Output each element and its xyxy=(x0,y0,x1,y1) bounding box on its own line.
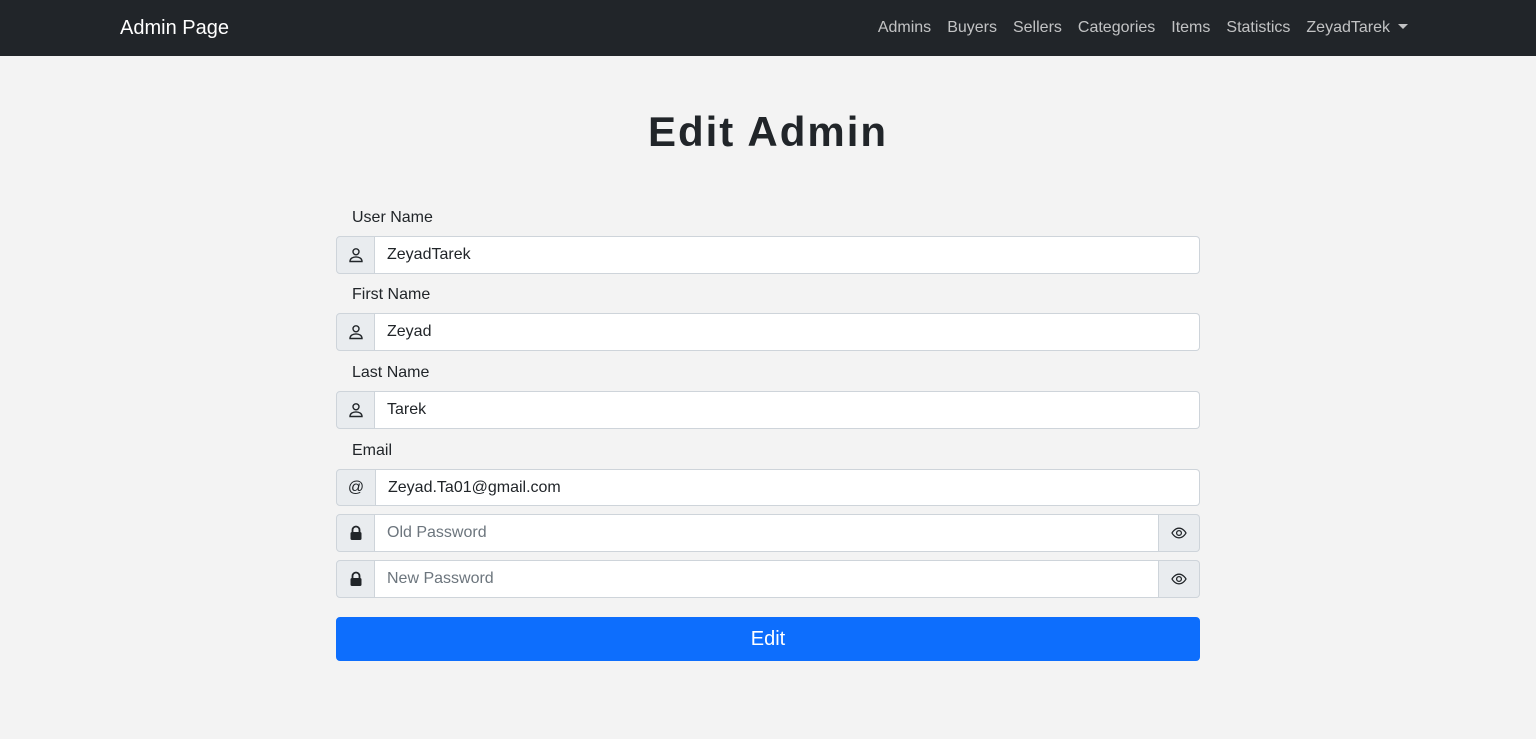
page-title: Edit Admin xyxy=(647,108,889,155)
edit-button[interactable]: Edit xyxy=(336,617,1200,661)
person-icon xyxy=(336,313,375,351)
first-name-label: First Name xyxy=(352,286,431,303)
navbar: Admin Page Admins Buyers Sellers Categor… xyxy=(0,0,1536,56)
person-icon xyxy=(336,236,375,274)
lock-icon xyxy=(336,560,375,598)
nav-link-buyers[interactable]: Buyers xyxy=(947,16,997,40)
new-password-input[interactable] xyxy=(375,560,1159,598)
first-name-group xyxy=(336,313,1200,351)
new-password-group xyxy=(336,560,1200,598)
last-name-label: Last Name xyxy=(352,364,430,381)
username-group xyxy=(336,236,1200,274)
nav-link-categories[interactable]: Categories xyxy=(1078,16,1155,40)
nav-link-statistics[interactable]: Statistics xyxy=(1226,16,1290,40)
first-name-input[interactable] xyxy=(375,313,1200,351)
eye-icon[interactable] xyxy=(1159,514,1200,552)
old-password-input[interactable] xyxy=(375,514,1159,552)
email-input[interactable] xyxy=(376,469,1200,506)
eye-icon[interactable] xyxy=(1159,560,1200,598)
nav-links: Admins Buyers Sellers Categories Items S… xyxy=(878,16,1408,40)
at-sign-addon: @ xyxy=(336,469,376,506)
nav-link-admins[interactable]: Admins xyxy=(878,16,931,40)
user-dropdown-label: ZeyadTarek xyxy=(1306,19,1390,36)
caret-down-icon xyxy=(1398,24,1408,29)
last-name-input[interactable] xyxy=(375,391,1200,429)
old-password-group xyxy=(336,514,1200,552)
navbar-brand[interactable]: Admin Page xyxy=(120,14,229,42)
username-label: User Name xyxy=(352,209,433,226)
last-name-group xyxy=(336,391,1200,429)
person-icon xyxy=(336,391,375,429)
email-label: Email xyxy=(352,442,393,459)
lock-icon xyxy=(336,514,375,552)
nav-link-sellers[interactable]: Sellers xyxy=(1013,16,1062,40)
email-group: @ xyxy=(336,469,1200,506)
username-input[interactable] xyxy=(375,236,1200,274)
nav-link-items[interactable]: Items xyxy=(1171,16,1210,40)
user-dropdown[interactable]: ZeyadTarek xyxy=(1306,16,1408,40)
